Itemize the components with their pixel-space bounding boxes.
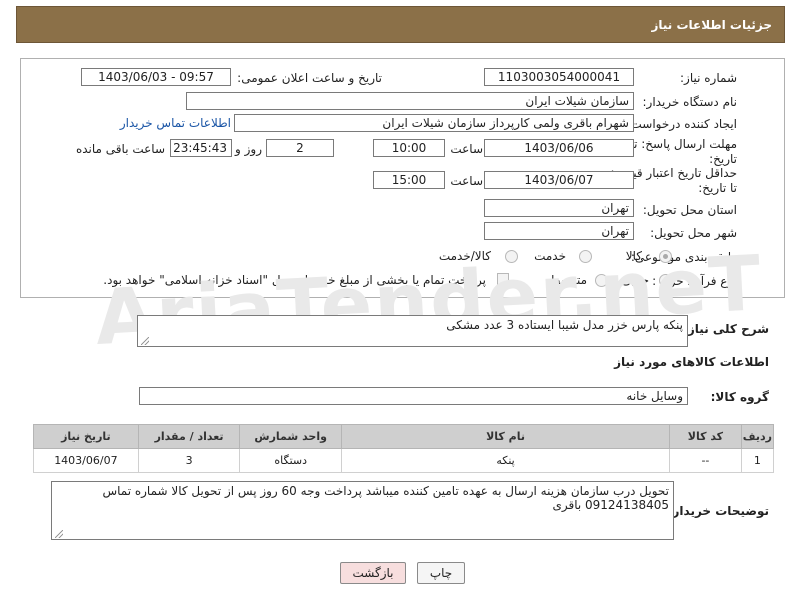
cell-unit: دستگاه (239, 448, 343, 473)
buyer-org-label: نام دستگاه خریدار: (642, 95, 738, 109)
requester-label: ایجاد کننده درخواست: (626, 117, 737, 131)
col-goods-name: نام کالا (341, 424, 671, 449)
cell-goods-code: -- (669, 448, 742, 473)
remaining-label: ساعت باقی مانده (75, 142, 165, 156)
price-time-field: 15:00 (373, 171, 445, 189)
remaining-time-field: 23:45:43 (170, 139, 232, 157)
need-number-label: شماره نیاز: (680, 71, 737, 85)
province-label: استان محل تحویل: (642, 203, 737, 217)
price-date-field: 1403/06/07 (484, 171, 634, 189)
cell-goods-name: پنکه (341, 448, 671, 473)
goods-section-title: اطلاعات کالاهای مورد نیاز (614, 355, 769, 369)
description-text: پنکه پارس خزر مدل شیبا ایستاده 3 عدد مشک… (446, 318, 683, 332)
reply-time-label: ساعت (450, 142, 483, 156)
days-field: 2 (266, 139, 334, 157)
description-label: شرح کلی نیاز: (683, 322, 769, 336)
price-time-label: ساعت (450, 174, 483, 188)
buyer-org-field: سازمان شیلات ایران (186, 92, 634, 110)
col-unit: واحد شمارش (239, 424, 343, 449)
page-title: جزئیات اطلاعات نیاز (651, 18, 772, 32)
buyer-notes-text: تحویل درب سازمان هزینه ارسال به عهده تام… (102, 484, 669, 512)
table-row: 1 -- پنکه دستگاه 3 1403/06/07 (33, 448, 775, 473)
goods-group-label: گروه کالا: (710, 390, 769, 404)
buyer-notes-label: توضیحات خریدار: (667, 504, 769, 518)
days-label: روز و (235, 142, 262, 156)
description-textarea: پنکه پارس خزر مدل شیبا ایستاده 3 عدد مشک… (137, 315, 688, 347)
need-number-field: 1103003054000041 (484, 68, 634, 86)
goods-table: ردیف کد کالا نام کالا واحد شمارش تعداد /… (33, 424, 775, 473)
resize-grip-icon[interactable] (141, 337, 149, 345)
col-need-date: تاریخ نیاز (33, 424, 139, 449)
resize-grip-icon[interactable] (55, 530, 63, 538)
col-goods-code: کد کالا (669, 424, 742, 449)
back-button[interactable]: بازگشت (340, 562, 406, 584)
announce-label: تاریخ و ساعت اعلان عمومی: (237, 71, 382, 85)
page-header: جزئیات اطلاعات نیاز (16, 6, 785, 43)
reply-deadline-label: مهلت ارسال پاسخ: تا تاریخ: (630, 137, 737, 166)
col-quantity: تعداد / مقدار (137, 424, 241, 449)
requester-field: شهرام باقری ولمی کارپرداز سازمان شیلات ا… (234, 114, 634, 132)
cell-row-number: 1 (740, 448, 775, 473)
cell-need-date: 1403/06/07 (33, 448, 139, 473)
cell-quantity: 3 (137, 448, 241, 473)
announce-datetime-field: 1403/06/03 - 09:57 (81, 68, 231, 86)
reply-time-field: 10:00 (373, 139, 445, 157)
table-header-row: ردیف کد کالا نام کالا واحد شمارش تعداد /… (33, 424, 775, 449)
goods-group-field: وسایل خانه (139, 387, 688, 405)
col-row-number: ردیف (740, 424, 775, 449)
buyer-notes-textarea: تحویل درب سازمان هزینه ارسال به عهده تام… (51, 481, 674, 540)
buyer-contact-link[interactable]: اطلاعات تماس خریدار (120, 116, 231, 130)
print-button[interactable]: چاپ (417, 562, 465, 584)
reply-date-field: 1403/06/06 (484, 139, 634, 157)
province-field: تهران (484, 199, 634, 217)
